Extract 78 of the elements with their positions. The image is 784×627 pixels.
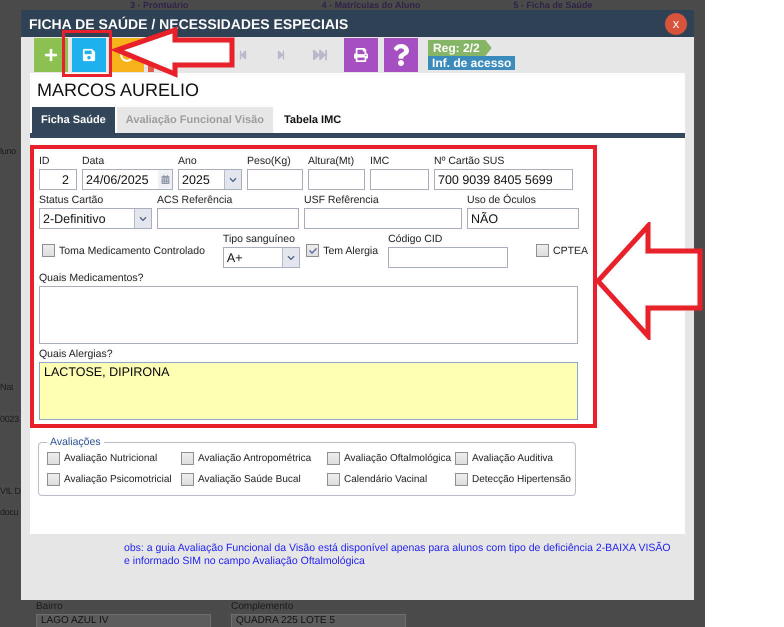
save-icon [82, 48, 96, 62]
note-text: obs: a guia Avaliação Funcional da Visão está disponível apenas para alunos com tipo de deficiência 2-BAIXA VISÃO [124, 542, 672, 555]
dialog-title: FICHA DE SAÚDE / NECESSIDADES ESPECIAIS [29, 16, 348, 32]
field-label: Data [82, 155, 106, 169]
record-badge: Reg: 2/2 [428, 40, 492, 56]
help-button[interactable] [384, 38, 418, 72]
checkbox-box[interactable] [181, 452, 194, 465]
tab[interactable]: Ficha Saúde [32, 107, 115, 133]
checkbox-box[interactable] [455, 452, 468, 465]
add-button[interactable] [34, 38, 68, 72]
checkbox-box[interactable] [42, 244, 55, 257]
text-area[interactable] [39, 286, 578, 344]
field-label: Altura(Mt) [308, 155, 356, 169]
chevron-down-icon [224, 170, 241, 189]
input-field[interactable] [247, 169, 303, 190]
input-field[interactable] [370, 169, 429, 190]
close-button[interactable]: x [665, 12, 687, 34]
skip-forward-icon [276, 50, 286, 60]
field-label: ID [39, 155, 50, 169]
checkbox[interactable]: Avaliação Oftalmológica [327, 452, 455, 465]
checkbox-box[interactable] [327, 452, 340, 465]
select-field[interactable]: 2-Definitivo [39, 208, 152, 229]
field-label: Status Cartão [39, 194, 104, 208]
date-field[interactable]: 24/06/2025 [82, 169, 173, 190]
select-field[interactable]: A+ [222, 247, 300, 268]
field-label: ACS Referência [157, 194, 234, 208]
field-label: Tipo sanguíneo [222, 233, 296, 247]
group-legend: Avaliações [47, 436, 104, 448]
chevron-down-icon [134, 209, 151, 228]
input-field[interactable]: 700 9039 8405 5699 [434, 169, 573, 190]
checkbox[interactable]: Avaliação Antropométrica [181, 452, 327, 465]
checkbox-box[interactable] [306, 244, 320, 257]
checkbox[interactable]: Detecção Hipertensão [455, 473, 571, 486]
printer-icon [354, 48, 368, 62]
background-field: QUADRA 225 LOTE 5 [231, 614, 406, 627]
field-label: Nº Cartão SUS [434, 155, 506, 169]
checkbox-box[interactable] [455, 473, 468, 486]
note-text: e informado SIM no campo Avaliação Oftalmológica [124, 555, 366, 568]
field-label: IMC [370, 155, 390, 169]
checkbox-box[interactable] [47, 473, 60, 486]
field-label: USF Refêrencia [304, 194, 380, 208]
select-field[interactable]: 2025 [178, 169, 242, 190]
input-field[interactable] [388, 247, 508, 268]
student-name: MARCOS AURELIO [36, 80, 200, 102]
field-label: Uso de Óculos [467, 194, 537, 208]
access-info-link[interactable]: Inf. de acesso [428, 56, 516, 70]
calendar-icon [158, 170, 172, 189]
input-field[interactable]: 2 [39, 169, 77, 190]
highlight-frame [62, 30, 112, 77]
checkbox[interactable]: Calendário Vacinal [327, 473, 455, 486]
input-field[interactable]: NÃO [467, 208, 579, 229]
field-label: Código CID [388, 233, 444, 247]
checkbox[interactable]: Tem Alergia [306, 244, 378, 257]
save-button[interactable] [72, 38, 106, 72]
field-label: Peso(Kg) [247, 155, 292, 169]
checkbox-box[interactable] [327, 473, 340, 486]
print-button[interactable] [344, 38, 378, 72]
checkbox[interactable]: Toma Medicamento Controlado [42, 244, 205, 257]
input-field[interactable] [308, 169, 365, 190]
field-label: Ano [178, 155, 198, 169]
checkbox-box[interactable] [181, 473, 194, 486]
checkbox[interactable]: CPTEA [536, 244, 588, 257]
plus-icon [44, 48, 58, 62]
checkbox[interactable]: Avaliação Auditiva [455, 452, 571, 465]
chevron-down-icon [282, 248, 300, 267]
checkbox-box[interactable] [47, 452, 60, 465]
checkbox[interactable]: Avaliação Saúde Bucal [181, 473, 327, 486]
checkbox[interactable]: Avaliação Psicomotricial [47, 473, 181, 486]
text-area[interactable]: LACTOSE, DIPIRONA [39, 362, 578, 420]
background-field: LAGO AZUL IV [36, 614, 211, 627]
input-field[interactable] [157, 208, 299, 229]
checkbox[interactable]: Avaliação Nutricional [47, 452, 181, 465]
field-label: Quais Medicamentos? [39, 272, 144, 286]
fast-forward-icon [313, 48, 327, 62]
field-label: Quais Alergias? [39, 348, 114, 362]
checkbox-box[interactable] [536, 244, 549, 257]
input-field[interactable] [304, 208, 462, 229]
skip-back-icon [238, 50, 248, 60]
